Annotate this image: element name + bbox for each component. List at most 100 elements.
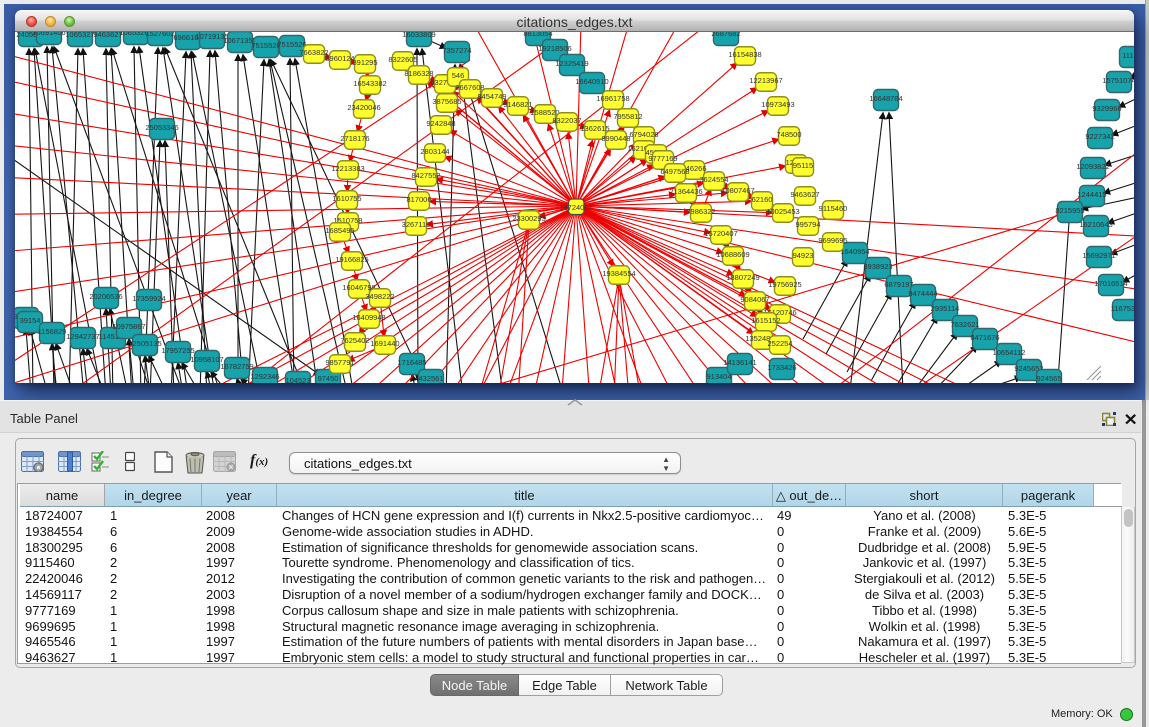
svg-text:1156829: 1156829 <box>38 327 67 336</box>
svg-text:23420046: 23420046 <box>347 103 380 112</box>
svg-text:12325419: 12325419 <box>555 59 588 68</box>
svg-text:1362615: 1362615 <box>580 124 609 133</box>
svg-text:104523: 104523 <box>285 376 310 383</box>
svg-text:252254: 252254 <box>767 339 792 348</box>
svg-text:16961758: 16961758 <box>596 94 629 103</box>
svg-text:16210643: 16210643 <box>1079 220 1112 229</box>
svg-text:8427552: 8427552 <box>411 171 440 180</box>
svg-text:748500: 748500 <box>776 130 801 139</box>
svg-text:12942737: 12942737 <box>66 332 99 341</box>
svg-text:6497568: 6497568 <box>660 167 689 176</box>
svg-text:9146821: 9146821 <box>503 100 532 109</box>
svg-text:1640954: 1640954 <box>840 247 869 256</box>
svg-text:95115: 95115 <box>793 161 813 170</box>
svg-text:21364436: 21364436 <box>669 187 702 196</box>
svg-text:19384554: 19384554 <box>602 269 635 278</box>
svg-text:20691406: 20691406 <box>32 32 65 37</box>
svg-text:1716485: 1716485 <box>397 358 426 367</box>
svg-text:16154838: 16154838 <box>728 50 761 59</box>
svg-text:16409948: 16409948 <box>352 313 385 322</box>
svg-text:6879197: 6879197 <box>884 280 913 289</box>
svg-text:3960124: 3960124 <box>325 54 354 63</box>
svg-text:8813054: 8813054 <box>523 32 552 38</box>
svg-text:10025453: 10025453 <box>766 207 799 216</box>
svg-text:16782759: 16782759 <box>220 362 253 371</box>
svg-text:7663822: 7663822 <box>299 48 328 57</box>
svg-text:2935114: 2935114 <box>931 304 960 313</box>
svg-text:1691440: 1691440 <box>370 339 399 348</box>
svg-text:7357274: 7357274 <box>442 46 471 55</box>
svg-text:23300293: 23300293 <box>512 214 545 223</box>
svg-text:2667608: 2667608 <box>455 83 484 92</box>
svg-text:7625402: 7625402 <box>340 336 369 345</box>
svg-text:16648784: 16648784 <box>869 94 902 103</box>
svg-text:18724007: 18724007 <box>559 203 592 212</box>
svg-text:546: 546 <box>452 71 465 80</box>
svg-text:9329966: 9329966 <box>1092 104 1121 113</box>
svg-text:62160: 62160 <box>752 195 773 204</box>
svg-text:16543382: 16543382 <box>353 79 386 88</box>
svg-text:20206536: 20206536 <box>89 292 122 301</box>
svg-text:10688609: 10688609 <box>716 250 749 259</box>
svg-text:10654112: 10654112 <box>993 348 1026 357</box>
svg-text:9857791: 9857791 <box>325 358 354 367</box>
svg-text:39154: 39154 <box>20 316 41 325</box>
svg-text:1065327: 1065327 <box>65 32 94 39</box>
svg-text:913404: 913404 <box>706 372 731 381</box>
svg-text:2687682: 2687682 <box>711 32 740 38</box>
svg-text:25053346: 25053346 <box>145 123 178 132</box>
svg-text:7986322: 7986322 <box>686 207 715 216</box>
svg-text:10975867: 10975867 <box>112 322 145 331</box>
svg-text:17359924: 17359924 <box>132 294 165 303</box>
svg-text:11123: 11123 <box>1122 51 1134 60</box>
svg-text:432561: 432561 <box>418 374 443 383</box>
svg-text:9084067: 9084067 <box>740 295 769 304</box>
svg-text:19166825: 19166825 <box>335 255 368 264</box>
svg-text:12505135: 12505135 <box>128 339 161 348</box>
svg-text:15720407: 15720407 <box>704 229 737 238</box>
svg-text:8938923: 8938923 <box>863 262 892 271</box>
svg-text:9463627: 9463627 <box>93 32 122 39</box>
svg-text:18807249: 18807249 <box>726 273 759 282</box>
svg-text:17016514: 17016514 <box>1094 279 1127 288</box>
svg-text:2803144: 2803144 <box>420 147 449 156</box>
svg-text:3498222: 3498222 <box>365 292 394 301</box>
svg-text:97450: 97450 <box>318 374 339 383</box>
svg-text:12213383: 12213383 <box>331 164 364 173</box>
svg-text:7955812: 7955812 <box>613 112 642 121</box>
svg-text:14136141: 14136141 <box>723 358 756 367</box>
svg-text:16033809: 16033809 <box>402 32 435 39</box>
svg-text:9777169: 9777169 <box>648 154 677 163</box>
svg-text:1685495: 1685495 <box>325 226 354 235</box>
svg-text:12093822: 12093822 <box>1076 162 1109 171</box>
svg-text:8186328: 8186328 <box>404 69 433 78</box>
svg-text:9115460: 9115460 <box>819 204 848 213</box>
svg-text:924565: 924565 <box>1036 374 1061 383</box>
svg-text:7515526: 7515526 <box>251 41 280 50</box>
svg-text:12213967: 12213967 <box>749 76 782 85</box>
svg-text:1610755: 1610755 <box>332 194 361 203</box>
svg-text:16640910: 16640910 <box>575 77 608 86</box>
svg-text:3875685: 3875685 <box>432 97 461 106</box>
svg-text:8471676: 8471676 <box>970 333 999 342</box>
svg-text:817006: 817006 <box>406 195 431 204</box>
svg-text:995794: 995794 <box>795 220 820 229</box>
svg-text:8990448: 8990448 <box>601 134 630 143</box>
svg-text:1244415: 1244415 <box>1077 190 1106 199</box>
svg-text:9227342: 9227342 <box>1085 132 1114 141</box>
svg-text:8322605: 8322605 <box>388 55 417 64</box>
svg-text:1615152: 1615152 <box>751 316 780 325</box>
svg-text:8215955: 8215955 <box>1055 206 1084 215</box>
svg-text:17957255: 17957255 <box>161 346 194 355</box>
svg-text:9463627: 9463627 <box>790 190 819 199</box>
svg-text:1167534: 1167534 <box>1111 304 1134 313</box>
svg-text:10973493: 10973493 <box>761 100 794 109</box>
svg-text:9699695: 9699695 <box>818 236 847 245</box>
svg-text:1733426: 1733426 <box>767 363 796 372</box>
svg-text:891295: 891295 <box>352 58 377 67</box>
svg-text:7632621: 7632621 <box>950 320 979 329</box>
svg-text:19218506: 19218506 <box>538 44 571 53</box>
svg-text:1292346: 1292346 <box>250 372 279 381</box>
svg-text:10958107: 10958107 <box>190 355 223 364</box>
svg-text:3624554: 3624554 <box>699 175 728 184</box>
